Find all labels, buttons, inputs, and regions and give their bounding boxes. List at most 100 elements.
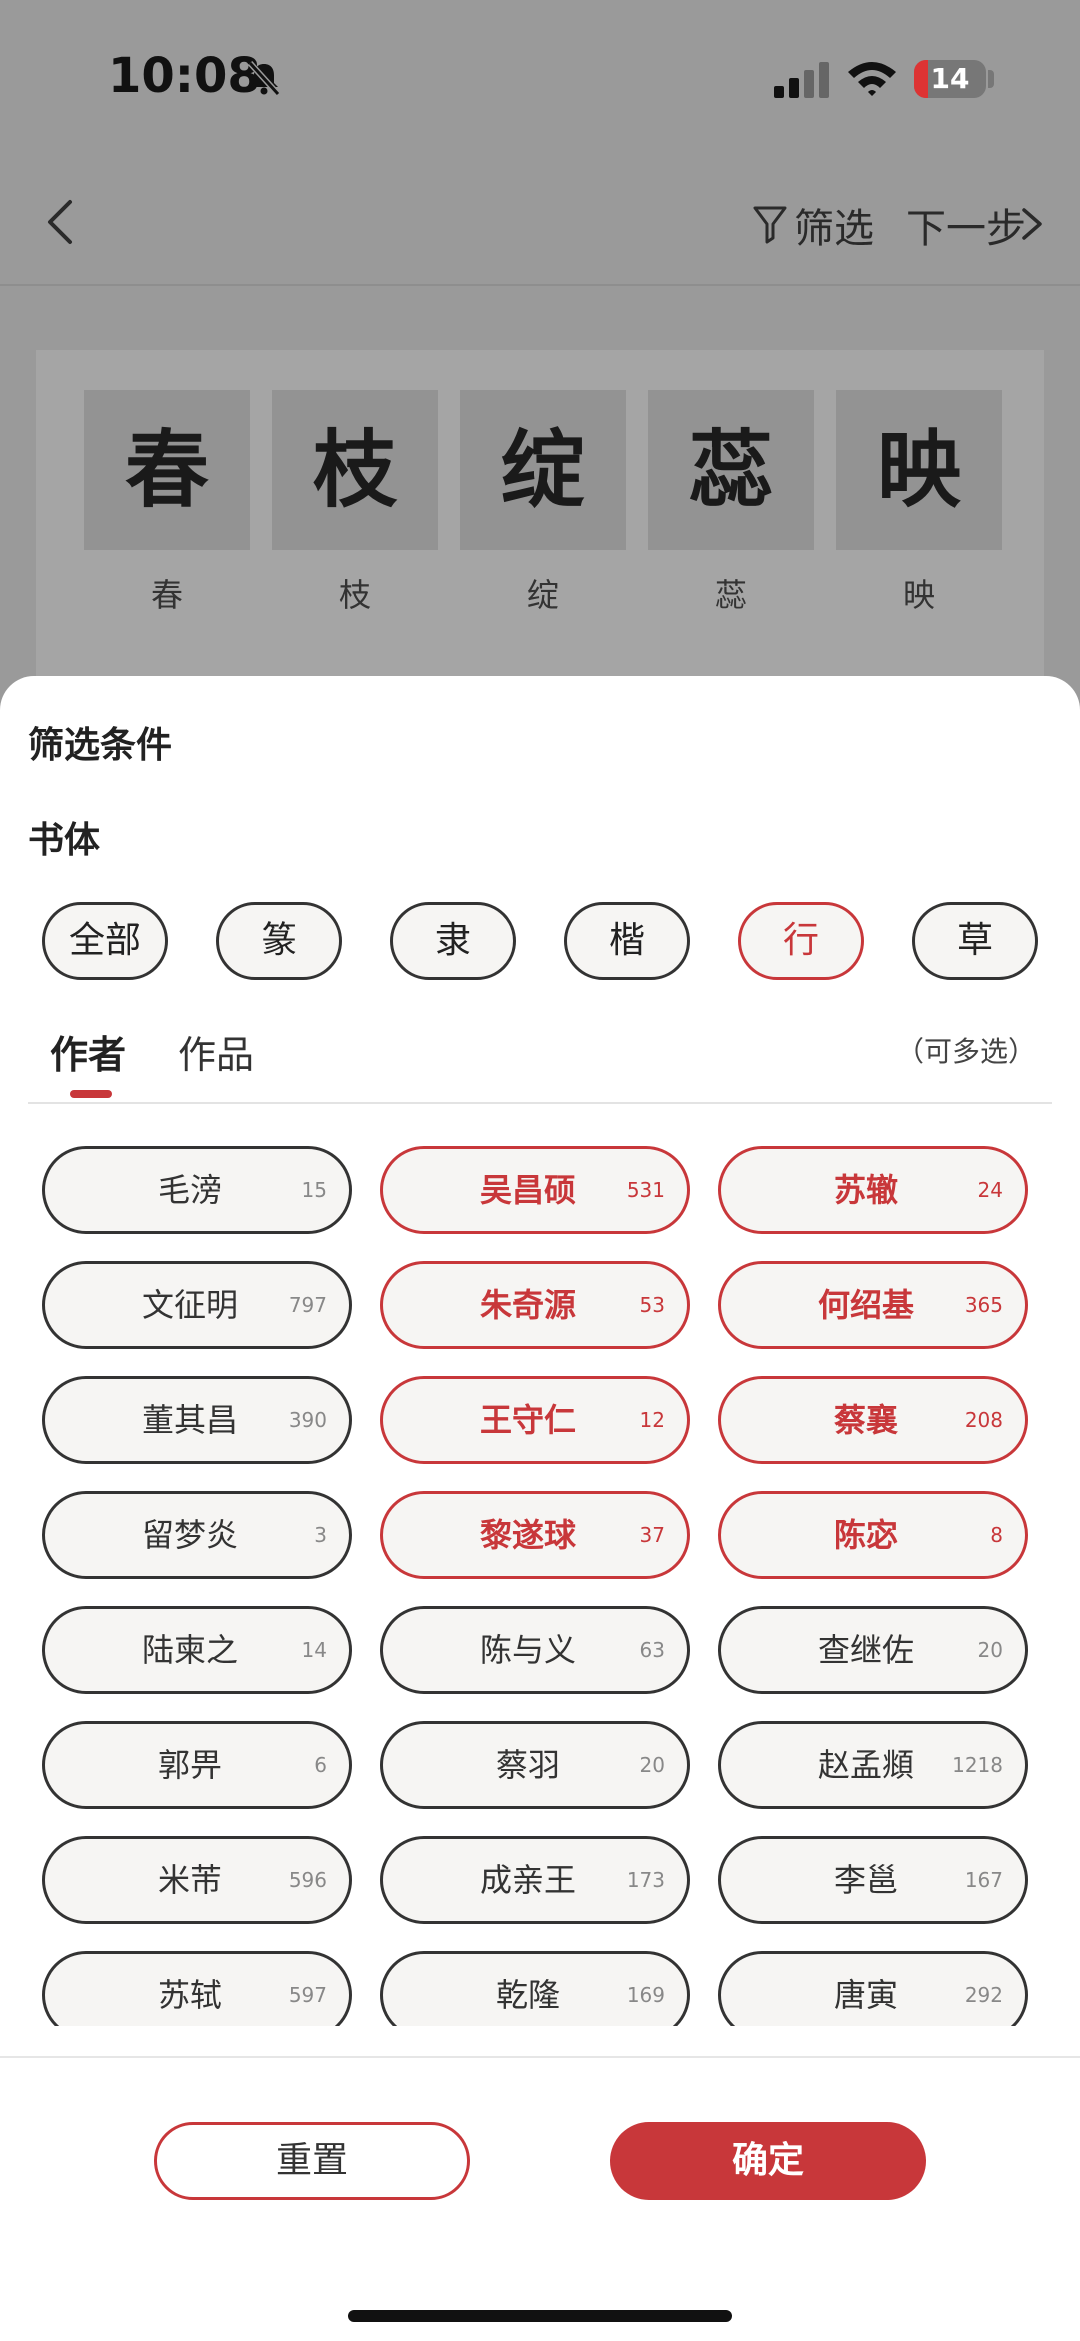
author-count: 24 <box>977 1178 1003 1202</box>
char-glyph: 春 <box>84 390 250 550</box>
style-chip-all[interactable]: 全部 <box>42 902 168 980</box>
author-grid[interactable]: 毛滂 15 吴昌硕 531 苏辙 24 文征明 797 朱奇源 53 何绍基 365 董其昌 390 王守仁… <box>0 1146 1080 2026</box>
author-name: 毛滂 <box>157 1171 222 1209</box>
style-chip-running[interactable]: 行 <box>738 902 864 980</box>
author-chip[interactable]: 成亲王 173 <box>380 1836 690 1924</box>
author-count: 1218 <box>952 1753 1003 1777</box>
author-count: 12 <box>639 1408 665 1432</box>
char-label: 映 <box>902 576 935 614</box>
style-chip-cursive[interactable]: 草 <box>912 902 1038 980</box>
cellular-signal-icon <box>774 62 829 98</box>
filter-funnel-icon[interactable] <box>752 204 788 244</box>
author-count: 53 <box>639 1293 665 1317</box>
next-step-button[interactable]: 下一步 <box>906 196 1026 254</box>
style-chip-regular[interactable]: 楷 <box>564 902 690 980</box>
char-glyph: 映 <box>836 390 1002 550</box>
char-label: 绽 <box>526 576 559 614</box>
author-chip[interactable]: 乾隆 169 <box>380 1951 690 2026</box>
author-chip[interactable]: 留梦炎 3 <box>42 1491 352 1579</box>
char-label: 蕊 <box>714 576 747 614</box>
filter-tabs: 作者 作品 （可多选） <box>0 1016 1080 1106</box>
author-name: 留梦炎 <box>141 1516 238 1554</box>
author-count: 173 <box>626 1868 665 1892</box>
author-name: 苏辙 <box>833 1171 898 1209</box>
multi-select-hint: （可多选） <box>895 1035 1036 1068</box>
author-chip[interactable]: 李邕 167 <box>718 1836 1028 1924</box>
wifi-icon <box>848 62 896 96</box>
tab-author[interactable]: 作者 <box>50 1024 126 1079</box>
style-chip-clerical[interactable]: 隶 <box>390 902 516 980</box>
battery-level: 14 <box>930 62 970 95</box>
author-chip[interactable]: 查继佐 20 <box>718 1606 1028 1694</box>
author-name: 朱奇源 <box>479 1286 576 1324</box>
author-count: 6 <box>314 1753 327 1777</box>
author-chip[interactable]: 王守仁 12 <box>380 1376 690 1464</box>
author-chip[interactable]: 唐寅 292 <box>718 1951 1028 2026</box>
author-chip[interactable]: 陈宓 8 <box>718 1491 1028 1579</box>
author-count: 20 <box>977 1638 1003 1662</box>
author-name: 黎遂球 <box>479 1516 576 1554</box>
char-cell: 枝 枝 <box>272 390 438 616</box>
status-time: 10:08 <box>108 48 261 104</box>
author-chip[interactable]: 毛滂 15 <box>42 1146 352 1234</box>
char-cell: 春 春 <box>84 390 250 616</box>
author-chip[interactable]: 蔡羽 20 <box>380 1721 690 1809</box>
char-glyph: 绽 <box>460 390 626 550</box>
author-chip[interactable]: 吴昌硕 531 <box>380 1146 690 1234</box>
confirm-button[interactable]: 确定 <box>610 2122 926 2200</box>
author-count: 797 <box>288 1293 327 1317</box>
bell-muted-icon <box>247 60 281 97</box>
author-chip[interactable]: 陈与义 63 <box>380 1606 690 1694</box>
author-chip[interactable]: 黎遂球 37 <box>380 1491 690 1579</box>
reset-button[interactable]: 重置 <box>154 2122 470 2200</box>
battery-cap <box>988 70 994 88</box>
footer-divider <box>0 2056 1080 2058</box>
style-chip-seal[interactable]: 篆 <box>216 902 342 980</box>
nav-bar: 筛选 下一步 <box>0 160 1080 286</box>
back-chevron-icon[interactable] <box>40 196 80 248</box>
author-name: 陆柬之 <box>141 1631 238 1669</box>
author-count: 531 <box>626 1178 665 1202</box>
author-chip[interactable]: 苏轼 597 <box>42 1951 352 2026</box>
author-chip[interactable]: 文征明 797 <box>42 1261 352 1349</box>
author-count: 15 <box>301 1178 327 1202</box>
char-label: 枝 <box>338 576 371 614</box>
author-chip[interactable]: 陆柬之 14 <box>42 1606 352 1694</box>
char-glyph: 枝 <box>272 390 438 550</box>
author-chip[interactable]: 何绍基 365 <box>718 1261 1028 1349</box>
char-label: 春 <box>150 576 183 614</box>
char-cell: 映 映 <box>836 390 1002 616</box>
author-name: 陈宓 <box>833 1516 898 1554</box>
tab-works[interactable]: 作品 <box>178 1024 254 1079</box>
author-chip[interactable]: 董其昌 390 <box>42 1376 352 1464</box>
author-chip[interactable]: 蔡襄 208 <box>718 1376 1028 1464</box>
author-count: 8 <box>990 1523 1003 1547</box>
author-name: 王守仁 <box>479 1401 576 1439</box>
author-count: 596 <box>288 1868 327 1892</box>
char-cell: 蕊 蕊 <box>648 390 814 616</box>
author-count: 3 <box>314 1523 327 1547</box>
character-preview: 春 春 枝 枝 绽 绽 蕊 蕊 映 映 <box>36 350 1044 690</box>
author-count: 597 <box>288 1983 327 2007</box>
author-chip[interactable]: 苏辙 24 <box>718 1146 1028 1234</box>
author-count: 365 <box>964 1293 1003 1317</box>
author-count: 37 <box>639 1523 665 1547</box>
author-count: 390 <box>288 1408 327 1432</box>
tab-active-indicator <box>70 1090 112 1098</box>
author-count: 63 <box>639 1638 665 1662</box>
status-bar: 10:08 14 <box>0 0 1080 160</box>
author-chip[interactable]: 赵孟頫 1218 <box>718 1721 1028 1809</box>
chevron-right-icon[interactable] <box>1020 206 1044 242</box>
author-chip[interactable]: 朱奇源 53 <box>380 1261 690 1349</box>
author-name: 陈与义 <box>479 1631 576 1669</box>
author-count: 169 <box>626 1983 665 2007</box>
author-chip[interactable]: 郭畀 6 <box>42 1721 352 1809</box>
filter-button[interactable]: 筛选 <box>794 196 874 254</box>
author-count: 14 <box>301 1638 327 1662</box>
char-glyph: 蕊 <box>648 390 814 550</box>
sheet-title: 筛选条件 <box>28 725 173 766</box>
author-count: 292 <box>964 1983 1003 2007</box>
author-name: 郭畀 <box>157 1746 222 1784</box>
filter-sheet: 筛选条件 书体 全部 篆 隶 楷 行 草 作者 作品 （可多选） 毛滂 15 吴昌硕… <box>0 676 1080 2341</box>
author-chip[interactable]: 米芾 596 <box>42 1836 352 1924</box>
